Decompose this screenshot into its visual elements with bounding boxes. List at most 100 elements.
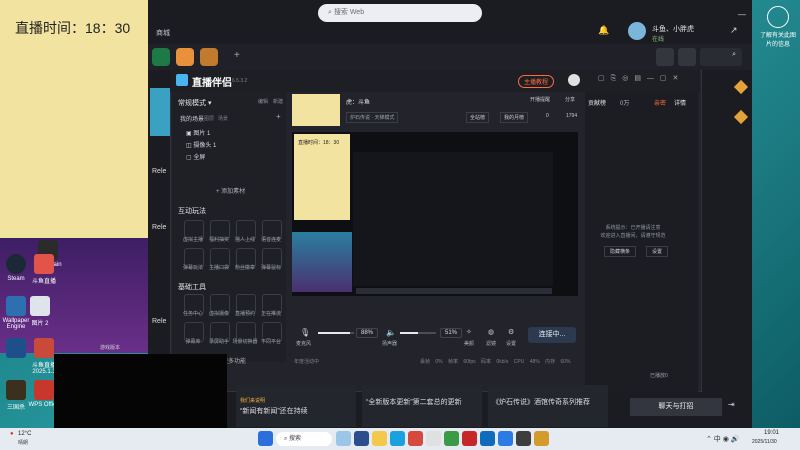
file-explorer-icon[interactable]	[372, 431, 387, 446]
preview-wallpaper	[292, 232, 352, 292]
tool-label: 正在推流	[260, 311, 281, 317]
exit-icon[interactable]: ⇥	[728, 400, 735, 409]
mic-label: 麦克风	[296, 341, 312, 347]
hide-banner-button[interactable]: 隐藏横条	[604, 246, 637, 257]
info-spotlight-icon	[767, 6, 789, 28]
clock-time[interactable]: 19:01	[764, 430, 779, 436]
taskbar-app-icon[interactable]	[480, 431, 495, 446]
window-controls[interactable]: ▢⎘◎▤—▢✕	[598, 74, 684, 83]
wallpaper-engine-icon	[6, 296, 26, 316]
taskbar-app-icon[interactable]	[516, 431, 531, 446]
news-banner[interactable]: “全新版本更新”第二套总的更新	[362, 385, 482, 427]
tutorial-button[interactable]: 主播教程	[518, 75, 555, 88]
wps-taskbar-icon[interactable]	[462, 431, 477, 446]
count-a: 0	[546, 113, 549, 119]
settings-icon[interactable]: ⚙	[508, 328, 514, 336]
search-icon: ⌕	[732, 51, 736, 58]
status-bar: 丢帧 0% 帧率 60fps 码率 0kb/s CPU 48% 内存 60%	[420, 359, 571, 365]
layer-item[interactable]: ▣ 图片 1	[186, 128, 210, 137]
companion-logo-icon	[176, 74, 188, 86]
scene-tab-layer[interactable]: 图层	[204, 115, 214, 122]
edit-link[interactable]: 编辑	[258, 98, 268, 105]
interactive-label: 粉丝徽章	[234, 265, 255, 271]
scene-tab-scene[interactable]: 场景	[218, 115, 228, 122]
share-link[interactable]: 分享	[565, 96, 575, 103]
live-companion-taskbar-icon[interactable]	[498, 431, 513, 446]
new-link[interactable]: 新建	[273, 98, 283, 105]
taskbar-search[interactable]: ⌕ 搜索	[276, 432, 332, 446]
douyu-icon	[34, 338, 54, 358]
chat-button[interactable]: 聊天与打招	[630, 398, 722, 416]
sanguosha-icon	[6, 380, 26, 400]
tab-game-3-icon[interactable]	[200, 48, 218, 66]
mic-slider[interactable]	[318, 332, 354, 334]
add-material-button[interactable]: + 添加素材	[216, 186, 245, 195]
douyu-icon	[34, 254, 54, 274]
news-label: Rele	[152, 168, 167, 175]
rank-monthly[interactable]: 我的月榜	[500, 112, 529, 123]
news-banner[interactable]: 《炉石传说》酒馆传奇系列推荐	[488, 385, 608, 427]
tool-label: 直播预约	[234, 311, 255, 317]
taskbar-app-icon[interactable]	[444, 431, 459, 446]
user-name[interactable]: 斗鱼、小胖虎	[652, 24, 694, 34]
speaker-slider[interactable]	[400, 332, 436, 334]
avatar[interactable]	[628, 22, 646, 40]
mall-link[interactable]: 商城	[156, 28, 170, 38]
add-tab-icon[interactable]: +	[234, 50, 240, 61]
settings-label: 设置	[506, 341, 517, 347]
browser-search-bar[interactable]: ⌕ 搜索 Web	[318, 4, 482, 22]
mic-icon[interactable]: 🎙	[300, 328, 310, 337]
weather-icon[interactable]: ●	[10, 431, 14, 437]
remind-link[interactable]: 开播提醒	[530, 96, 550, 103]
external-link-icon[interactable]: ↗	[730, 25, 738, 36]
clock-date[interactable]: 2025/11/30	[752, 439, 777, 445]
taskbar-app-icon[interactable]	[426, 431, 441, 446]
tray-icons[interactable]: ⌃ 中 ◉ 🔊	[706, 434, 740, 444]
count-tab[interactable]: 0万	[620, 98, 629, 107]
tab-game-1-icon[interactable]	[152, 48, 170, 66]
taskbar-app-icon[interactable]	[336, 431, 351, 446]
game-banner-thumb	[150, 88, 170, 136]
layer-item[interactable]: ◫ 摄像头 1	[186, 140, 216, 149]
rank-all[interactable]: 全站榜	[466, 112, 490, 123]
companion-avatar[interactable]	[568, 74, 580, 86]
intimacy-tab[interactable]: 亲密	[654, 98, 666, 107]
companion-version: 6.5.3.2	[232, 78, 248, 84]
mode-select[interactable]: 常规模式 ▾	[178, 98, 211, 108]
game-taskbar-icon[interactable]	[534, 431, 549, 446]
beauty-label: 美颜	[464, 341, 475, 347]
taskbar-app-icon[interactable]	[354, 431, 369, 446]
news-banner[interactable]: 我们来说明 “新闻有新闻”还在持续	[236, 385, 356, 427]
desktop-icon-wallpaper-engine[interactable]: Wallpaper Engine	[0, 296, 36, 330]
friends-icon[interactable]	[678, 48, 696, 66]
layer-item[interactable]: ▢ 全屏	[186, 152, 205, 161]
filter-icon[interactable]: ◍	[488, 328, 494, 336]
chevron-down-icon: ▾	[207, 100, 212, 107]
start-live-button[interactable]: 连接中...	[528, 327, 576, 343]
contrib-tab[interactable]: 贡献榜	[588, 98, 606, 107]
room-category[interactable]: 炉石传说 · 天梯模式	[346, 112, 399, 123]
details-tab[interactable]: 详情	[674, 98, 686, 107]
taskbar-app-icon[interactable]	[390, 431, 405, 446]
tab-game-2-icon[interactable]	[176, 48, 194, 66]
room-cover[interactable]	[292, 94, 340, 126]
desktop-info-icon[interactable]: 了解有关此图片的信息	[758, 6, 798, 48]
weather-temp[interactable]: 12°C	[18, 431, 31, 437]
speaker-icon[interactable]: 🔈	[386, 328, 396, 337]
bell-icon[interactable]: 🔔	[598, 25, 609, 36]
search-friends[interactable]: ⌕	[700, 48, 742, 66]
my-scene-label[interactable]: 我的场景	[180, 114, 204, 123]
preview-overlay: 直播时间：18：30	[294, 134, 350, 220]
overlay-title: 直播时间：18：30	[15, 20, 131, 36]
speaker-value: 51%	[440, 328, 463, 338]
add-user-icon[interactable]	[656, 48, 674, 66]
taskbar-app-icon[interactable]	[408, 431, 423, 446]
windows-start-icon[interactable]	[258, 431, 273, 446]
add-scene-icon[interactable]: +	[276, 112, 281, 121]
room-title[interactable]: 虎：斗鱼	[346, 97, 370, 106]
tool-label: 录屏助手	[208, 339, 229, 345]
desktop-icon-douyu[interactable]: 斗鱼直播	[24, 254, 64, 285]
minimize-icon[interactable]: —	[738, 10, 746, 19]
beauty-icon[interactable]: ✧	[466, 328, 472, 336]
chat-settings-button[interactable]: 设置	[646, 246, 669, 257]
